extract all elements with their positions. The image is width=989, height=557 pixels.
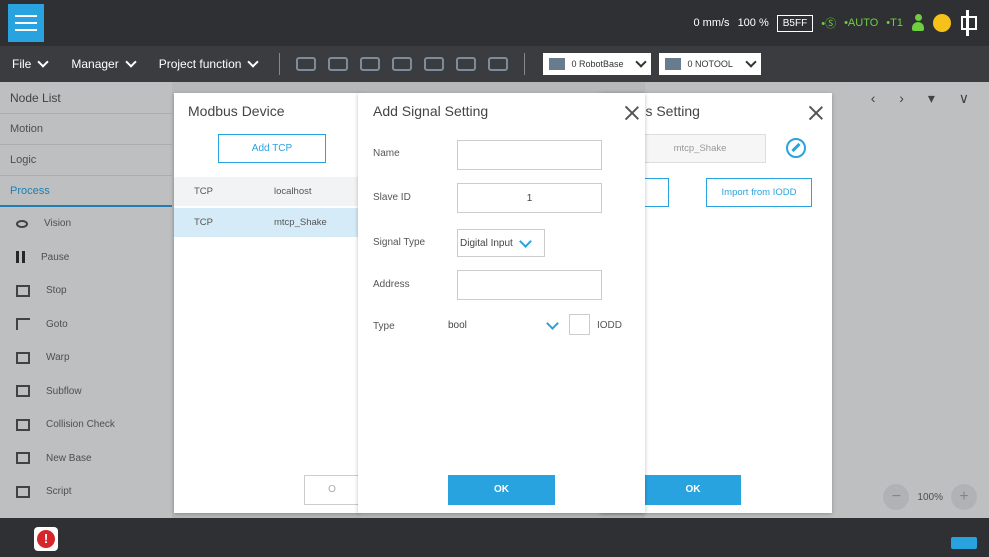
close-icon[interactable] — [624, 105, 640, 121]
edit-icon[interactable] — [786, 138, 806, 158]
base-icon — [549, 58, 566, 70]
address-label: Address — [373, 279, 410, 290]
mode-indicator-s: •Ⓢ — [821, 18, 837, 30]
search-icon[interactable] — [392, 57, 413, 71]
file-menu[interactable]: File — [0, 46, 59, 82]
dialog-title: Add Signal Setting — [373, 103, 489, 119]
table-row[interactable]: TCP mtcp_Shake — [174, 208, 360, 237]
alert-icon[interactable] — [34, 527, 58, 551]
base-select-value: 0 RobotBase — [571, 59, 624, 69]
modbus-footer-button[interactable]: O — [304, 475, 360, 505]
manager-menu-label: Manager — [71, 57, 119, 71]
flow-icon[interactable] — [959, 10, 977, 36]
layout-icon[interactable] — [488, 57, 509, 71]
redo-icon[interactable] — [328, 57, 349, 71]
chevron-down-icon — [518, 234, 532, 248]
tool-select[interactable]: 0 NOTOOL — [659, 53, 761, 75]
table-row[interactable]: TCP localhost — [174, 177, 360, 206]
chevron-down-icon — [546, 316, 559, 330]
signal-type-value: Digital Input — [460, 237, 513, 249]
project-menu-label: Project function — [158, 57, 242, 71]
dialog-title: Modbus Device — [188, 103, 285, 119]
speed-percent: 100 % — [737, 17, 769, 29]
chevron-down-icon — [125, 56, 137, 68]
manager-menu[interactable]: Manager — [59, 46, 146, 82]
close-icon[interactable] — [808, 105, 824, 121]
tool-select-value: 0 NOTOOL — [687, 59, 733, 69]
keyboard-icon[interactable] — [951, 537, 977, 549]
add-tcp-button[interactable]: Add TCP — [218, 134, 326, 163]
toolbar-divider — [524, 53, 526, 75]
chevron-down-icon — [745, 56, 757, 68]
toolbar-divider — [279, 53, 281, 75]
hamburger-menu-button[interactable] — [8, 4, 44, 42]
chevron-down-icon — [635, 56, 648, 68]
slave-id-label: Slave ID — [373, 192, 411, 203]
speed-readout: 0 mm/s — [693, 17, 730, 29]
top-status-bar: 0 mm/s 100 % B5FF •Ⓢ •AUTO •T1 — [0, 0, 989, 46]
status-badge: B5FF — [776, 14, 814, 32]
row-type: TCP — [194, 217, 213, 228]
user-icon[interactable] — [911, 14, 925, 32]
status-area: 0 mm/s 100 % B5FF •Ⓢ •AUTO •T1 — [693, 0, 977, 46]
iodd-checkbox[interactable] — [569, 314, 590, 335]
signal-type-label: Signal Type — [373, 237, 426, 248]
chevron-down-icon — [247, 56, 260, 68]
name-label: Name — [373, 148, 400, 159]
chevron-down-icon — [37, 56, 50, 68]
row-name: mtcp_Shake — [274, 217, 327, 228]
name-field[interactable] — [457, 140, 602, 170]
comment-icon[interactable] — [456, 57, 477, 71]
device-input-field[interactable] — [645, 178, 669, 207]
slave-id-field[interactable] — [457, 183, 602, 213]
status-light-icon — [933, 14, 951, 32]
type-label: Type — [373, 321, 395, 332]
import-iodd-button[interactable]: Import from IODD — [706, 178, 812, 207]
menu-bar: File Manager Project function 0 RobotBas… — [0, 46, 989, 82]
project-function-menu[interactable]: Project function — [147, 46, 270, 82]
address-field[interactable] — [457, 270, 602, 300]
modbus-device-dialog: Modbus Device Add TCP TCP localhost TCP … — [174, 93, 360, 513]
tool-icon — [665, 58, 682, 70]
iodd-label: IODD — [597, 320, 622, 331]
add-signal-setting-dialog: Add Signal Setting Name Slave ID Signal … — [358, 93, 645, 513]
undo-icon[interactable] — [296, 57, 317, 71]
mode-indicator-t1: •T1 — [886, 17, 903, 29]
export-icon[interactable] — [424, 57, 445, 71]
mode-indicator-auto: •AUTO — [844, 17, 879, 29]
signal-type-select[interactable]: Digital Input — [457, 229, 545, 257]
data-type-select[interactable]: bool — [446, 311, 563, 339]
ok-button[interactable]: OK — [448, 475, 555, 505]
file-menu-label: File — [12, 57, 32, 71]
device-ok-button[interactable]: OK — [645, 475, 741, 505]
device-name-field: mtcp_Shake — [634, 134, 766, 163]
bottom-bar — [0, 518, 989, 557]
data-type-value: bool — [448, 319, 467, 331]
row-type: TCP — [194, 186, 213, 197]
base-select[interactable]: 0 RobotBase — [543, 53, 652, 75]
row-name: localhost — [274, 186, 312, 197]
clear-icon[interactable] — [360, 57, 381, 71]
